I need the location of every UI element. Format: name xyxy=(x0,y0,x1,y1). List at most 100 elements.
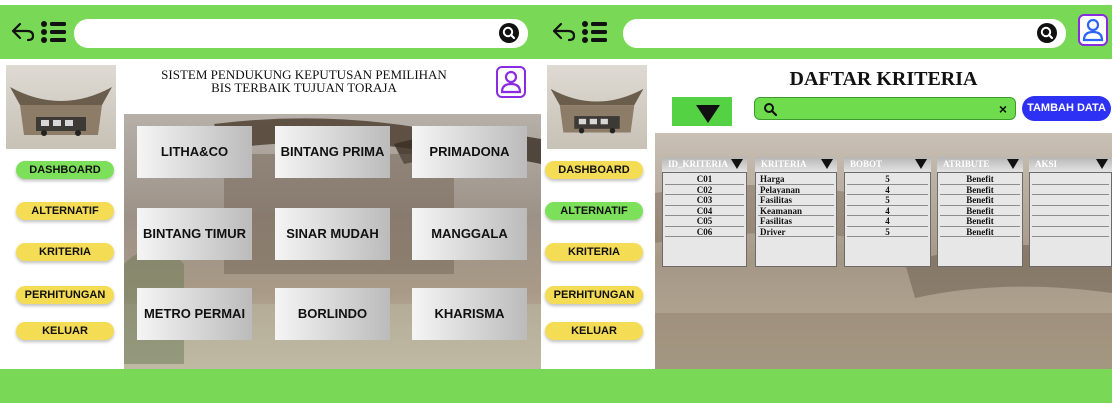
bus-card-kharisma[interactable]: KHARISMA xyxy=(412,288,527,340)
column-header-label: ATRIBUTE xyxy=(943,159,990,169)
nav-kriteria[interactable]: KRITERIA xyxy=(545,243,643,261)
bus-card-bintang-prima[interactable]: BINTANG PRIMA xyxy=(275,126,390,178)
dashboard-screen: DASHBOARD ALTERNATIF KRITERIA PERHITUNGA… xyxy=(0,0,541,403)
top-bar xyxy=(0,5,541,59)
nav-dashboard[interactable]: DASHBOARD xyxy=(545,161,643,179)
column-header-label: BOBOT xyxy=(850,159,883,169)
bus-card-borlindo[interactable]: BORLINDO xyxy=(275,288,390,340)
table-cell xyxy=(1032,217,1109,227)
table-cell xyxy=(1032,196,1109,206)
dropdown-arrow-icon xyxy=(696,105,720,123)
column-body: Harga Pelayanan Fasilitas Keamanan Fasilitas… xyxy=(755,172,837,267)
kriteria-search-input[interactable]: × xyxy=(754,97,1016,120)
toraja-house-logo xyxy=(547,65,647,149)
kriteria-screen: DASHBOARD ALTERNATIF KRITERIA PERHITUNGA… xyxy=(541,0,1112,403)
add-data-button[interactable]: TAMBAH DATA xyxy=(1022,96,1111,121)
table-cell xyxy=(1032,228,1109,237)
table-cell: 5 xyxy=(847,175,928,185)
sidebar: DASHBOARD ALTERNATIF KRITERIA PERHITUNGA… xyxy=(541,59,655,369)
search-icon[interactable] xyxy=(1036,22,1058,44)
list-menu-icon[interactable] xyxy=(40,19,66,45)
table-cell: C03 xyxy=(665,196,744,206)
table-cell: Fasilitas xyxy=(758,217,834,227)
column-header[interactable]: AKSI xyxy=(1029,157,1112,172)
table-cell: 4 xyxy=(847,217,928,227)
column-header-label: AKSI xyxy=(1035,159,1058,169)
table-cell xyxy=(1032,186,1109,195)
col-bobot: BOBOT 5 4 5 4 4 5 xyxy=(844,157,931,267)
sort-arrow-icon[interactable] xyxy=(1096,159,1108,169)
nav-perhitungan[interactable]: PERHITUNGAN xyxy=(545,286,643,304)
nav-kriteria[interactable]: KRITERIA xyxy=(16,243,114,261)
back-arrow-icon[interactable] xyxy=(551,19,577,45)
sort-arrow-icon[interactable] xyxy=(731,159,743,169)
table-cell: C05 xyxy=(665,217,744,227)
sort-arrow-icon[interactable] xyxy=(821,159,833,169)
table-cell xyxy=(1032,175,1109,185)
bus-card-primadona[interactable]: PRIMADONA xyxy=(412,126,527,178)
toraja-house-logo xyxy=(6,65,116,149)
column-body: Benefit Benefit Benefit Benefit Benefit Benef… xyxy=(937,172,1023,267)
table-cell: Benefit xyxy=(940,207,1020,216)
table-cell: Harga xyxy=(758,175,834,185)
col-id-kriteria: ID_KRITERIA C01 C02 C03 C04 C05 C06 xyxy=(662,157,747,267)
bus-card-bintang-timur[interactable]: BINTANG TIMUR xyxy=(137,208,252,260)
table-cell: Benefit xyxy=(940,217,1020,227)
footer-bar xyxy=(541,369,1112,403)
bus-card-sinar-mudah[interactable]: SINAR MUDAH xyxy=(275,208,390,260)
column-header[interactable]: BOBOT xyxy=(844,157,931,172)
search-icon[interactable] xyxy=(498,22,520,44)
table-cell: Benefit xyxy=(940,196,1020,206)
nav-keluar[interactable]: KELUAR xyxy=(16,322,114,340)
column-header[interactable]: ID_KRITERIA xyxy=(662,157,747,172)
nav-keluar[interactable]: KELUAR xyxy=(545,322,643,340)
nav-alternatif[interactable]: ALTERNATIF xyxy=(16,202,114,220)
table-cell: Pelayanan xyxy=(758,186,834,195)
table-cell: C02 xyxy=(665,186,744,195)
column-header-label: ID_KRITERIA xyxy=(668,159,729,169)
table-cell: 4 xyxy=(847,207,928,216)
bus-card-manggala[interactable]: MANGGALA xyxy=(412,208,527,260)
table-cell: Benefit xyxy=(940,175,1020,185)
top-search-bar[interactable] xyxy=(74,19,528,48)
nav-dashboard[interactable]: DASHBOARD xyxy=(16,161,114,179)
column-body: C01 C02 C03 C04 C05 C06 xyxy=(662,172,747,267)
bus-card-metro-permai[interactable]: METRO PERMAI xyxy=(137,288,252,340)
top-search-bar[interactable] xyxy=(623,19,1066,48)
table-cell: C01 xyxy=(665,175,744,185)
search-icon xyxy=(764,103,777,116)
column-header-label: KRITERIA xyxy=(761,159,807,169)
table-cell: Driver xyxy=(758,228,834,237)
user-profile-icon[interactable] xyxy=(1078,14,1108,46)
sort-arrow-icon[interactable] xyxy=(915,159,927,169)
sidebar: DASHBOARD ALTERNATIF KRITERIA PERHITUNGA… xyxy=(0,59,124,369)
table-cell: C06 xyxy=(665,228,744,237)
page-title: DAFTAR KRITERIA xyxy=(789,68,978,90)
col-kriteria: KRITERIA Harga Pelayanan Fasilitas Keamanan F… xyxy=(755,157,837,267)
column-header[interactable]: KRITERIA xyxy=(755,157,837,172)
col-aksi: AKSI xyxy=(1029,157,1112,267)
nav-alternatif[interactable]: ALTERNATIF xyxy=(545,202,643,220)
page-title: SISTEM PENDUKUNG KEPUTUSAN PEMILIHAN BIS… xyxy=(161,67,447,95)
back-arrow-icon[interactable] xyxy=(10,19,36,45)
column-body: 545445 xyxy=(844,172,931,267)
list-menu-icon[interactable] xyxy=(581,19,607,45)
table-cell: 4 xyxy=(847,186,928,195)
clear-search-icon[interactable]: × xyxy=(999,101,1007,117)
table-cell: Fasilitas xyxy=(758,196,834,206)
top-bar xyxy=(541,5,1112,59)
column-header[interactable]: ATRIBUTE xyxy=(937,157,1023,172)
nav-perhitungan[interactable]: PERHITUNGAN xyxy=(16,286,114,304)
filter-dropdown[interactable] xyxy=(672,97,732,126)
table-cell: 5 xyxy=(847,196,928,206)
table-cell: C04 xyxy=(665,207,744,216)
bus-card-litha-co[interactable]: LITHA&CO xyxy=(137,126,252,178)
table-cell: Benefit xyxy=(940,186,1020,195)
table-cell xyxy=(1032,207,1109,216)
table-cell: Benefit xyxy=(940,228,1020,237)
sort-arrow-icon[interactable] xyxy=(1007,159,1019,169)
user-profile-icon[interactable] xyxy=(496,66,526,98)
col-atribute: ATRIBUTE Benefit Benefit Benefit Benefit Bene… xyxy=(937,157,1023,267)
table-cell: Keamanan xyxy=(758,207,834,216)
column-body xyxy=(1029,172,1112,267)
